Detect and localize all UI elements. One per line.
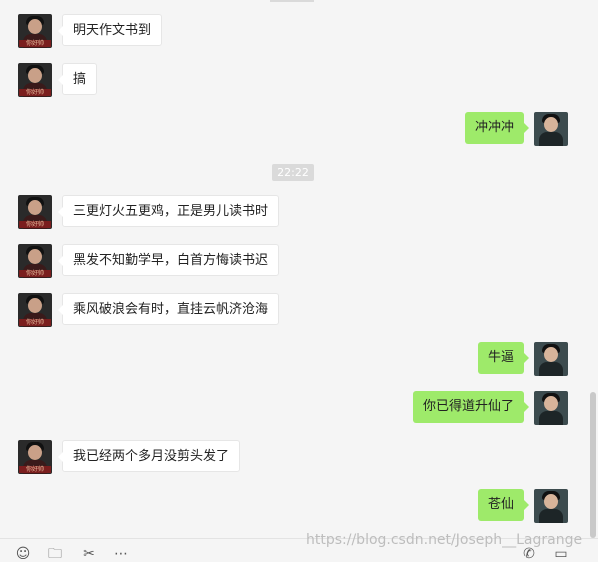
avatar-caption: 你好帅 [19, 270, 51, 277]
message-bubble-outgoing[interactable]: 牛逼 [477, 342, 530, 374]
avatar-caption: 你好帅 [19, 40, 51, 47]
chat-scrollbar[interactable] [590, 392, 596, 538]
chat-area[interactable]: 你好帅 明天作文书到 你好帅 搞 冲冲冲 22:22 你好帅 三更灯火五更鸡，正… [0, 0, 590, 538]
message-bubble-incoming[interactable]: 明天作文书到 [57, 14, 163, 46]
avatar-caption: 你好帅 [19, 319, 51, 326]
sender-avatar[interactable]: 你好帅 [18, 195, 52, 229]
message-bubble-incoming[interactable]: 我已经两个多月没剪头发了 [57, 440, 241, 472]
sender-avatar[interactable]: 你好帅 [18, 63, 52, 97]
message-bubble-outgoing[interactable]: 苍仙 [477, 489, 530, 521]
my-avatar[interactable] [534, 391, 568, 425]
video-icon[interactable]: ▭ [552, 547, 570, 561]
sender-avatar[interactable]: 你好帅 [18, 244, 52, 278]
sender-avatar[interactable]: 你好帅 [18, 440, 52, 474]
scissors-icon[interactable]: ✂ [80, 547, 98, 561]
message-bubble-outgoing[interactable]: 冲冲冲 [464, 112, 530, 144]
message-timestamp: 22:22 [272, 164, 314, 181]
my-avatar[interactable] [534, 489, 568, 523]
timestamp-stub [270, 0, 314, 2]
folder-icon[interactable]: 🗀 [46, 547, 64, 561]
avatar-caption: 你好帅 [19, 89, 51, 96]
my-avatar[interactable] [534, 342, 568, 376]
message-bubble-incoming[interactable]: 乘风破浪会有时，直挂云帆济沧海 [57, 293, 280, 325]
watermark: https://blog.csdn.net/Joseph__Lagrange [306, 532, 583, 548]
sender-avatar[interactable]: 你好帅 [18, 14, 52, 48]
avatar-caption: 你好帅 [19, 466, 51, 473]
more-icon[interactable]: ⋯ [112, 547, 130, 561]
phone-icon[interactable]: ✆ [520, 547, 538, 561]
my-avatar[interactable] [534, 112, 568, 146]
avatar-caption: 你好帅 [19, 221, 51, 228]
message-bubble-outgoing[interactable]: 你已得道升仙了 [412, 391, 530, 423]
message-bubble-incoming[interactable]: 搞 [57, 63, 98, 95]
emoji-icon[interactable]: ☺ [14, 547, 32, 561]
message-bubble-incoming[interactable]: 三更灯火五更鸡，正是男儿读书时 [57, 195, 280, 227]
message-bubble-incoming[interactable]: 黑发不知勤学早，白首方悔读书迟 [57, 244, 280, 276]
sender-avatar[interactable]: 你好帅 [18, 293, 52, 327]
